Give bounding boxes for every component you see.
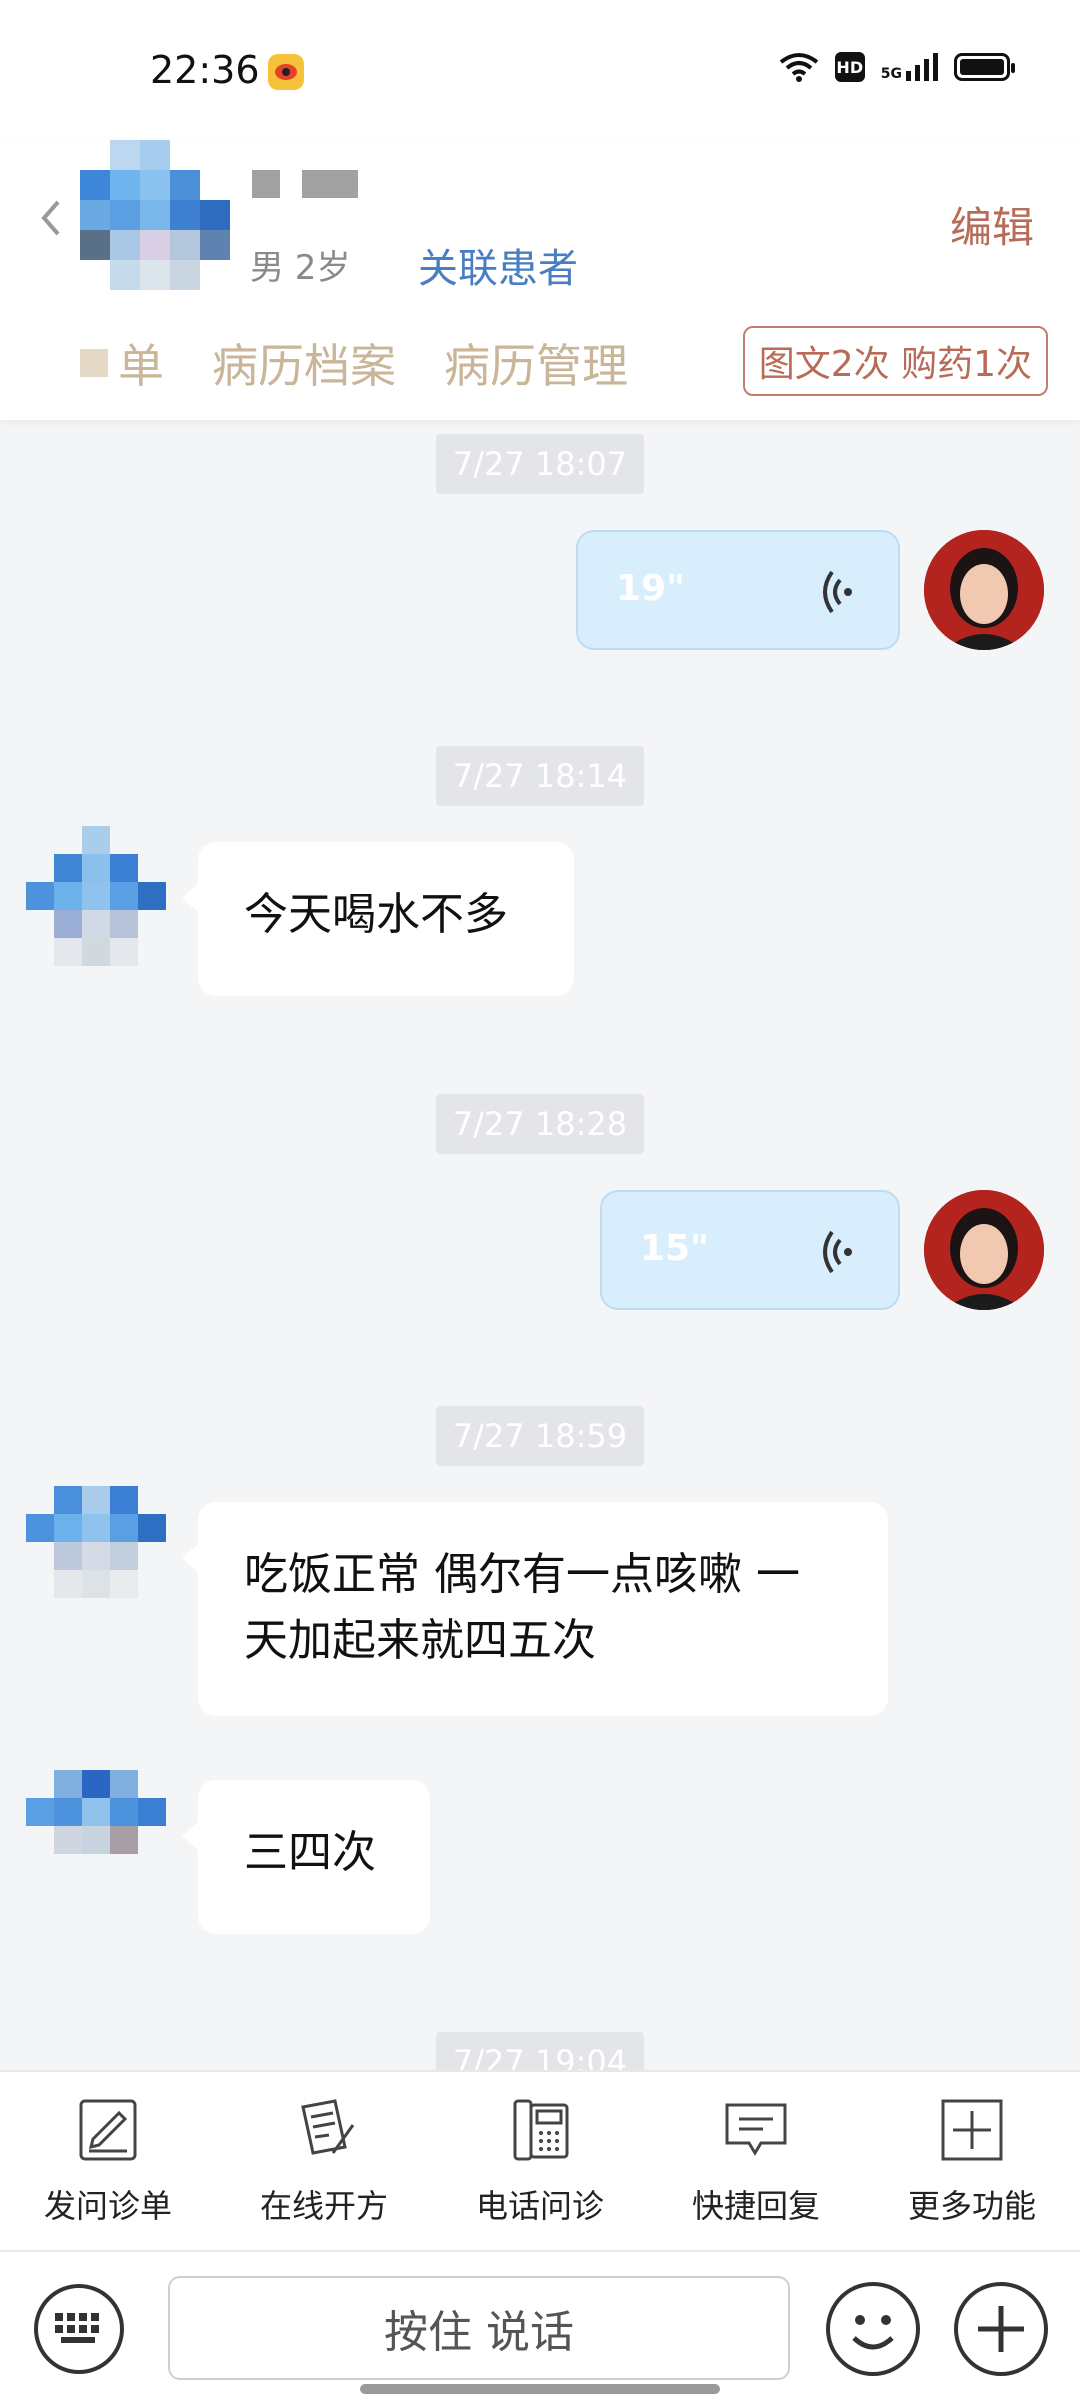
patient-header: 男 2岁 关联患者 编辑 单 病历档案 病历管理 图文2次 购药1次 — [0, 140, 1080, 420]
toolbar-label: 快捷回复 — [691, 2187, 820, 2225]
emoji-icon — [852, 2315, 894, 2350]
function-toolbar: 发问诊单 在线开方 电话问诊 快捷回复 更多功能 — [0, 2070, 1080, 2250]
redacted-mark — [80, 349, 108, 377]
hd-icon: HD — [834, 52, 865, 82]
patient-chat-avatar[interactable] — [26, 826, 166, 966]
more-plus-icon — [941, 2099, 1003, 2161]
text-message[interactable]: 三四次 — [182, 1780, 430, 1934]
attach-plus-button[interactable] — [954, 2282, 1048, 2376]
signal-icon: 5G — [881, 53, 938, 81]
wifi-icon — [779, 53, 818, 82]
voice-wave-icon — [823, 1230, 852, 1274]
tab-records-management[interactable]: 病历管理 — [444, 330, 628, 396]
tab-label: 单 — [118, 339, 164, 393]
battery-icon — [954, 53, 1015, 81]
status-bar: 22:36 HD 5G — [0, 0, 1080, 140]
toolbar-label: 电话问诊 — [475, 2187, 604, 2225]
phone-icon — [513, 2099, 569, 2161]
quick-reply-icon — [725, 2103, 787, 2156]
keyboard-icon — [55, 2313, 99, 2343]
status-icons: HD 5G — [779, 52, 1015, 82]
back-icon[interactable] — [36, 198, 66, 238]
home-indicator[interactable] — [360, 2384, 720, 2394]
form-edit-icon — [79, 2099, 137, 2161]
timestamp: 7/27 18:59 — [436, 1406, 644, 1466]
input-bar: 按住 说话 — [0, 2250, 1080, 2400]
message-text: 吃饭正常 偶尔有一点咳嗽 一天加起来就四五次 — [244, 1549, 800, 1666]
toolbar-label: 在线开方 — [259, 2187, 388, 2225]
toolbar-label: 更多功能 — [907, 2187, 1036, 2225]
text-message[interactable]: 吃饭正常 偶尔有一点咳嗽 一天加起来就四五次 — [182, 1502, 888, 1716]
more-functions-button[interactable]: 更多功能 — [872, 2095, 1072, 2227]
link-patient-button[interactable]: 关联患者 — [418, 236, 578, 294]
patient-chat-avatar[interactable] — [26, 1770, 166, 1910]
voice-duration: 15" — [640, 1228, 709, 1269]
tab-inquiry-form[interactable]: 单 — [80, 330, 164, 396]
text-message[interactable]: 今天喝水不多 — [182, 842, 574, 996]
prescription-icon — [301, 2099, 355, 2155]
doctor-avatar[interactable] — [924, 1190, 1044, 1310]
voice-wave-icon — [823, 570, 852, 614]
edit-button[interactable]: 编辑 — [950, 194, 1034, 255]
send-inquiry-form-button[interactable]: 发问诊单 — [8, 2095, 208, 2227]
voice-duration: 19" — [616, 568, 685, 609]
network-type-label: 5G — [880, 66, 902, 82]
timestamp: 7/27 18:28 — [436, 1094, 644, 1154]
doctor-avatar[interactable] — [924, 530, 1044, 650]
message-text: 今天喝水不多 — [244, 889, 508, 940]
patient-name-redacted — [252, 170, 358, 198]
tab-medical-records[interactable]: 病历档案 — [212, 330, 396, 396]
chat-list[interactable]: 7/27 18:07 19" 7/27 18:14 今天喝水不多 7/27 18… — [0, 420, 1080, 2070]
patient-chat-avatar[interactable] — [26, 1486, 166, 1626]
quick-reply-button[interactable]: 快捷回复 — [656, 2095, 856, 2227]
voice-message[interactable]: 15" — [600, 1190, 900, 1310]
consult-stats-badge[interactable]: 图文2次 购药1次 — [742, 326, 1048, 396]
toolbar-label: 发问诊单 — [43, 2187, 172, 2225]
status-time: 22:36 — [150, 48, 260, 92]
patient-avatar — [80, 140, 230, 290]
emoji-button[interactable] — [826, 2282, 920, 2376]
message-text: 三四次 — [244, 1827, 376, 1878]
plus-icon — [978, 2306, 1024, 2352]
voice-message[interactable]: 19" — [576, 530, 900, 650]
online-prescription-button[interactable]: 在线开方 — [224, 2095, 424, 2227]
keyboard-toggle-button[interactable] — [34, 2284, 124, 2374]
timestamp: 7/27 18:07 — [436, 434, 644, 494]
header-tabs: 单 病历档案 病历管理 — [80, 330, 628, 396]
weibo-notification-icon — [268, 54, 304, 90]
patient-gender-age: 男 2岁 — [250, 248, 351, 288]
phone-consult-button[interactable]: 电话问诊 — [440, 2095, 640, 2227]
timestamp: 7/27 18:14 — [436, 746, 644, 806]
hold-to-talk-button[interactable]: 按住 说话 — [168, 2276, 790, 2380]
timestamp: 7/27 19:04 — [436, 2032, 644, 2070]
